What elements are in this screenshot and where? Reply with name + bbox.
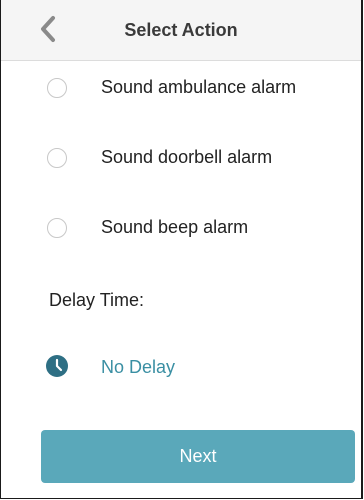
option-doorbell-alarm[interactable]: Sound doorbell alarm (1, 133, 361, 185)
page-title: Select Action (124, 20, 238, 40)
header-bar: Select Action (1, 0, 361, 61)
radio-button[interactable] (47, 148, 67, 168)
next-button[interactable]: Next (41, 430, 355, 483)
delay-time-label: Delay Time: (49, 290, 145, 310)
delay-value: No Delay (101, 357, 176, 377)
app-frame: Select Action Sound ambulance alarm Soun… (0, 0, 363, 499)
radio-button[interactable] (47, 218, 67, 238)
option-label: Sound doorbell alarm (101, 147, 273, 167)
option-ambulance-alarm[interactable]: Sound ambulance alarm (1, 63, 361, 115)
option-label: Sound beep alarm (101, 217, 249, 237)
option-label: Sound ambulance alarm (101, 77, 297, 97)
option-beep-alarm[interactable]: Sound beep alarm (1, 203, 361, 255)
clock-icon (46, 355, 68, 377)
delay-time-selector[interactable]: No Delay (1, 344, 361, 388)
radio-button[interactable] (47, 78, 67, 98)
